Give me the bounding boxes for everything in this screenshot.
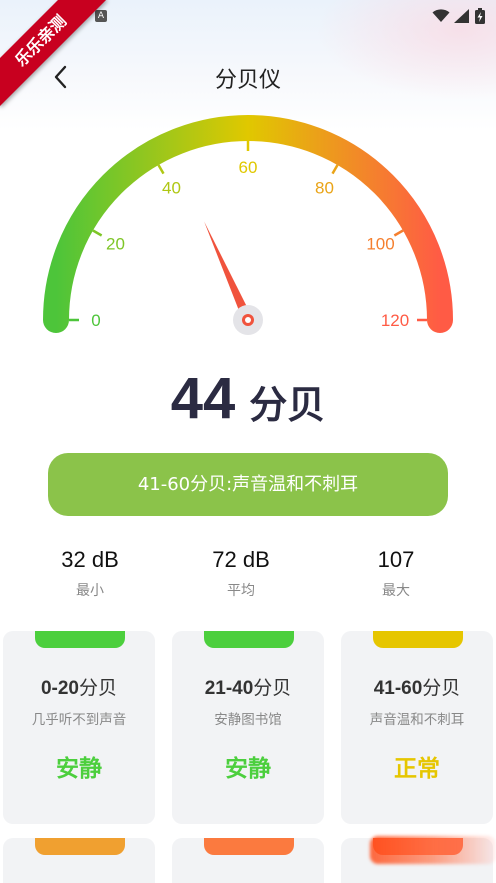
wifi-icon xyxy=(432,9,450,22)
stat-avg: 72 dB 平均 xyxy=(181,547,301,600)
needle-hub-center xyxy=(245,317,251,323)
card-color-bar xyxy=(35,838,125,855)
gauge-tick-mark xyxy=(393,229,404,237)
level-card[interactable]: 21-40分贝 安静图书馆 安静 xyxy=(172,631,324,824)
level-card[interactable]: 41-60分贝 声音温和不刺耳 正常 xyxy=(341,631,493,824)
gauge-tick-label: 120 xyxy=(381,311,409,330)
card-range: 0-20分贝 xyxy=(40,677,118,699)
gauge-tick-mark xyxy=(92,229,103,237)
gauge-tick-mark xyxy=(157,164,165,175)
card-level: 安静 xyxy=(225,756,271,782)
gauge-tick-label: 80 xyxy=(315,178,334,197)
card-color-bar xyxy=(373,631,463,648)
card-range: 21-40分贝 xyxy=(204,677,292,699)
stat-max-value: 107 xyxy=(377,547,415,572)
gauge-arc xyxy=(43,115,453,333)
level-card-partial[interactable] xyxy=(172,838,324,883)
stat-min-label: 最小 xyxy=(76,583,104,599)
card-color-bar xyxy=(204,631,294,648)
gauge-tick-mark xyxy=(331,164,339,175)
stat-max-label: 最大 xyxy=(382,583,410,599)
stat-min: 32 dB 最小 xyxy=(30,547,150,600)
gauge-tick-label: 60 xyxy=(239,158,258,177)
battery-charging-icon xyxy=(475,8,485,24)
stat-min-value: 32 dB xyxy=(61,547,119,572)
stat-avg-label: 平均 xyxy=(227,583,255,599)
status-icons xyxy=(432,8,486,24)
decibel-reading: 44 分贝 xyxy=(0,365,496,432)
decorative-smear xyxy=(370,836,496,864)
card-color-bar xyxy=(204,838,294,855)
gauge-tick-label: 100 xyxy=(366,235,394,254)
gauge-tick-label: 0 xyxy=(91,311,100,330)
reading-value: 44 xyxy=(170,366,236,431)
stat-avg-value: 72 dB xyxy=(212,547,270,572)
gauge-tick-label: 40 xyxy=(162,178,181,197)
level-card[interactable]: 0-20分贝 几乎听不到声音 安静 xyxy=(3,631,155,824)
card-level: 正常 xyxy=(394,756,440,782)
stat-max: 107 最大 xyxy=(336,547,456,600)
page-title: 分贝仪 xyxy=(214,68,281,93)
card-color-bar xyxy=(35,631,125,648)
reading-unit: 分贝 xyxy=(249,383,326,427)
level-banner: 41-60分贝:声音温和不刺耳 xyxy=(48,453,448,516)
level-card-partial[interactable] xyxy=(3,838,155,883)
card-level: 安静 xyxy=(56,756,102,782)
card-description: 安静图书馆 xyxy=(214,712,282,728)
notification-badge: A xyxy=(95,10,107,22)
card-range: 41-60分贝 xyxy=(373,677,461,699)
card-description: 声音温和不刺耳 xyxy=(369,712,465,728)
decibel-gauge: 0 20 40 60 80 100 120 xyxy=(43,115,453,335)
gauge-tick-label: 20 xyxy=(106,235,125,254)
stats-row: 32 dB 最小 72 dB 平均 107 最大 xyxy=(0,547,496,607)
signal-icon xyxy=(454,9,469,23)
card-description: 几乎听不到声音 xyxy=(31,712,127,728)
